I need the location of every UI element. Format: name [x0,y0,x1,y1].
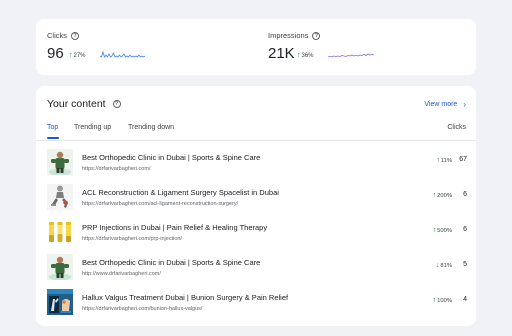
view-more-label: View more [424,101,458,108]
chevron-right-icon: › [463,100,466,109]
help-circle-icon[interactable]: ? [312,31,321,40]
row-title: Best Orthopedic Clinic in Dubai | Sports… [82,258,261,267]
row-title: Best Orthopedic Clinic in Dubai | Sports… [82,153,261,162]
impressions-sparkline [328,53,374,58]
row-change-value: 11% [440,158,452,164]
arrow-up-icon: ↑ [432,227,437,234]
knee-skeleton-thumbnail [47,184,73,210]
clicks-change-value: 27% [73,53,86,59]
impressions-value: 21K [268,45,295,62]
row-title: Hallux Valgus Treatment Dubai | Bunion S… [82,293,289,302]
performance-summary-card: Clicks ? 96 ↑27% Impressions ? 21K ↑36% [36,19,476,75]
impressions-label-row: Impressions ? [268,31,321,40]
clicks-value: 96 [47,45,64,62]
row-clicks: 6 [463,191,467,198]
tab-trending-up[interactable]: Trending up [74,124,111,131]
content-row[interactable]: ACL Reconstruction & Ligament Surgery Sp… [36,181,476,215]
arrow-up-icon: ↑ [69,52,73,59]
row-change: ↑500% [416,227,452,234]
tab-top[interactable]: Top [47,124,59,139]
row-change: ↑100% [416,297,452,304]
content-row[interactable]: PRP Injections in Dubai | Pain Relief & … [36,216,476,250]
impressions-label: Impressions [268,31,309,40]
row-title: PRP Injections in Dubai | Pain Relief & … [82,223,268,232]
clicks-column-header: Clicks [447,124,466,131]
arrow-up-icon: ↑ [297,52,301,59]
bunion-xray-thumbnail [47,289,73,315]
arrow-up-icon: ↑ [432,297,437,304]
arrow-up-icon: ↑ [432,192,437,199]
content-row[interactable]: Best Orthopedic Clinic in Dubai | Sports… [36,251,476,285]
content-title-row: Your content ? [47,98,121,110]
row-change: ↓81% [416,262,452,269]
row-clicks: 4 [463,296,467,303]
doctor-thumbnail [47,254,73,280]
divider [36,140,476,141]
tab-trending-up-label: Trending up [74,124,112,131]
row-change-value: 500% [437,228,452,234]
arrow-down-icon: ↓ [435,262,440,269]
active-tab-indicator [47,137,59,139]
tab-trending-down-label: Trending down [128,124,175,131]
row-clicks: 5 [463,261,467,268]
row-url: http://www.drfarivarbagheri.com/ [82,271,161,277]
view-more-link[interactable]: View more › [424,100,466,109]
tab-trending-down[interactable]: Trending down [128,124,174,131]
help-circle-icon[interactable]: ? [112,100,121,108]
row-change: ↑200% [416,192,452,199]
row-title: ACL Reconstruction & Ligament Surgery Sp… [82,188,279,197]
doctor-thumbnail [47,149,73,175]
help-circle-icon[interactable]: ? [71,31,79,40]
arrow-up-icon: ↑ [436,157,440,164]
impressions-change: ↑36% [297,52,314,59]
clicks-sparkline [100,50,146,58]
row-url: https://drfarivarbagheri.com/bunion-hall… [82,306,203,312]
tab-top-label: Top [47,124,59,131]
row-change-value: 200% [437,193,452,199]
row-clicks: 67 [459,156,467,163]
row-url: https://drfarivarbagheri.com/acl-ligamen… [82,201,239,207]
row-change-value: 100% [437,298,452,304]
content-title: Your content [47,98,106,110]
row-clicks: 6 [463,226,467,233]
clicks-label-row: Clicks ? [47,31,79,40]
your-content-card: Your content ? View more › Top Trending … [36,86,476,326]
impressions-change-value: 36% [301,53,314,59]
prp-tubes-thumbnail [47,219,73,245]
clicks-label: Clicks [47,31,67,40]
content-row[interactable]: Hallux Valgus Treatment Dubai | Bunion S… [36,286,476,320]
row-change-value: 81% [440,263,452,269]
row-url: https://drfarivarbagheri.com/ [82,166,151,172]
row-change: ↑11% [416,157,452,164]
row-url: https://drfarivarbagheri.com/prp-injecti… [82,236,182,242]
clicks-change: ↑27% [69,52,86,59]
content-row[interactable]: Best Orthopedic Clinic in Dubai | Sports… [36,146,476,180]
